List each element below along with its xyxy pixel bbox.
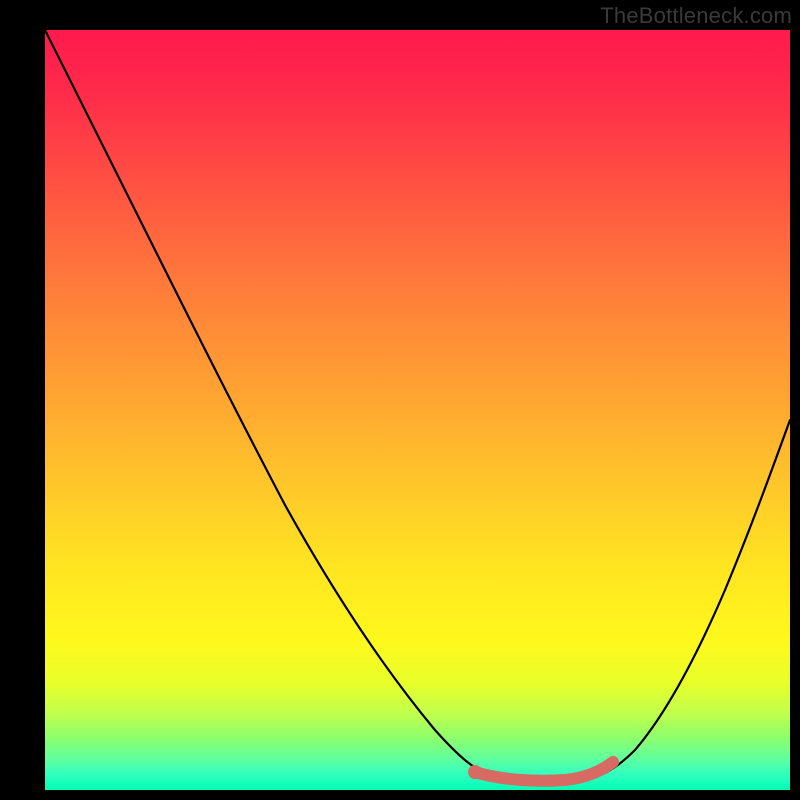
bottleneck-curve — [45, 30, 790, 783]
optimal-start-dot — [468, 765, 482, 779]
plot-area — [45, 30, 790, 790]
watermark-text: TheBottleneck.com — [600, 3, 792, 29]
chart-frame: TheBottleneck.com — [0, 0, 800, 800]
curve-overlay — [45, 30, 790, 790]
optimal-range-segment — [475, 762, 613, 781]
